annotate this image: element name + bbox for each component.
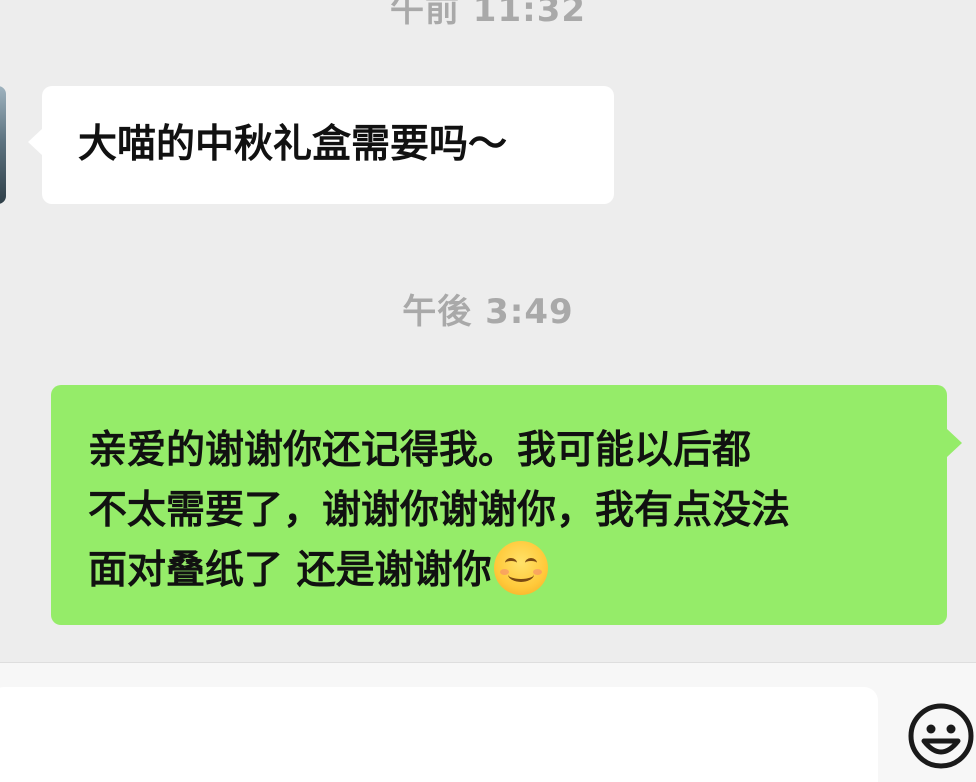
message-line: 亲爱的谢谢你还记得我。我可能以后都 [88, 428, 752, 473]
message-input-bar [0, 662, 976, 782]
message-line: 不太需要了，谢谢你谢谢你，我有点没法 [88, 481, 918, 541]
message-input[interactable] [0, 687, 878, 782]
timestamp: 午前 11:32 [389, 0, 587, 30]
message-line-text: 不太需要了，谢谢你谢谢你，我有点没法 [88, 488, 791, 533]
outgoing-message-bubble[interactable]: 亲爱的谢谢你还记得我。我可能以后都 不太需要了，谢谢你谢谢你，我有点没法 面对叠… [51, 385, 962, 625]
outgoing-message-text: 亲爱的谢谢你还记得我。我可能以后都 不太需要了，谢谢你谢谢你，我有点没法 面对叠… [88, 421, 918, 601]
incoming-message-text: 大喵的中秋礼盒需要吗～ [78, 122, 508, 167]
chat-screen: 午前 11:32 大喵的中秋礼盒需要吗～ 午後 3:49 亲爱的谢谢你还记得我。… [0, 0, 976, 782]
timestamp: 午後 3:49 [402, 292, 574, 332]
message-line-text: 面对叠纸了 还是谢谢你 [88, 548, 492, 593]
incoming-message-bubble[interactable]: 大喵的中秋礼盒需要吗～ [28, 86, 614, 204]
contact-avatar[interactable] [0, 86, 6, 204]
smiling-face-icon [493, 541, 548, 595]
emoji-face-icon[interactable] [906, 701, 976, 771]
message-line: 面对叠纸了 还是谢谢你 [88, 541, 918, 601]
